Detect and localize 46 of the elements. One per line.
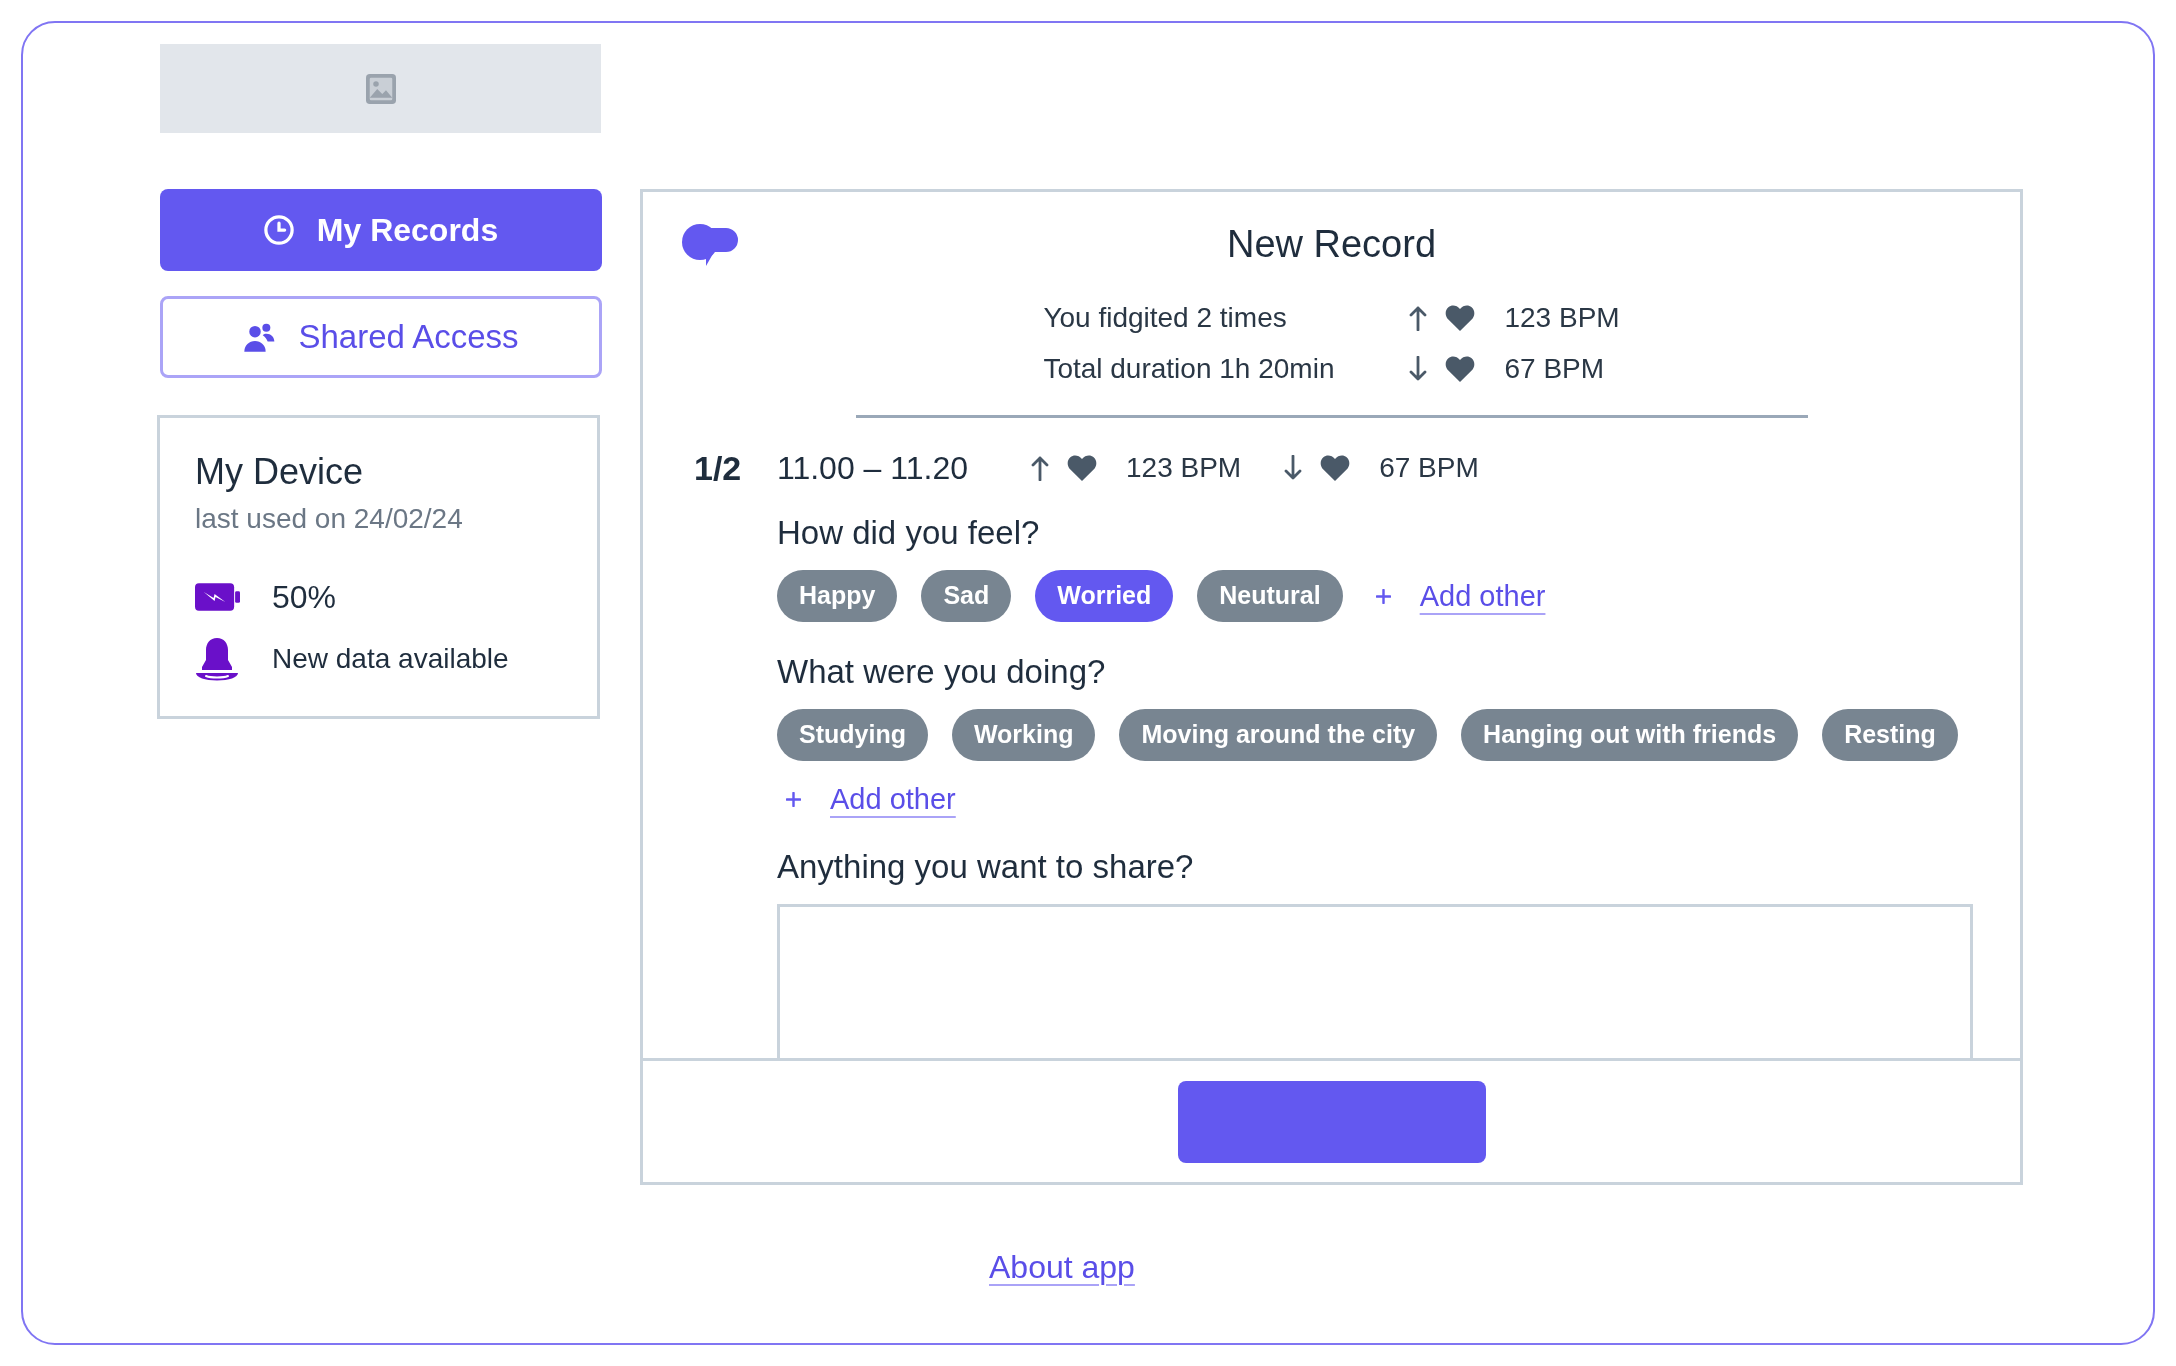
option-chip[interactable]: Happy — [777, 570, 898, 622]
about-app-link[interactable]: About app — [989, 1247, 1135, 1287]
add-other-link[interactable]: Add other — [1366, 578, 1546, 614]
option-chip[interactable]: Working — [951, 709, 1096, 761]
image-icon — [365, 73, 396, 104]
record-title: New Record — [1226, 222, 1437, 267]
users-icon — [243, 322, 276, 352]
option-chip[interactable]: Moving around the city — [1119, 709, 1438, 761]
option-chip[interactable]: Studying — [777, 709, 928, 761]
clock-icon — [263, 215, 294, 245]
plus-icon — [1375, 588, 1391, 604]
summary-text: You fidgited 2 times — [1043, 301, 1288, 335]
heart-rate-reading: 123 BPM — [1504, 301, 1620, 335]
battery-percentage: 50% — [272, 578, 337, 617]
heart-rate-reading: 67 BPM — [1504, 352, 1606, 386]
arrow-up-icon — [1409, 305, 1428, 331]
action-button[interactable] — [1177, 1080, 1486, 1163]
battery-charging-icon — [195, 583, 240, 611]
heart-icon — [1067, 455, 1097, 481]
option-chip[interactable]: Sad — [921, 570, 1012, 622]
heart-rate-reading: 67 BPM — [1379, 451, 1479, 485]
last-used-text: last used on 24/02/24 — [195, 502, 463, 536]
segment-time: 11.00 – 11.20 — [777, 449, 968, 488]
heart-rate-reading: 123 BPM — [1126, 451, 1242, 485]
sidebar-nav-button[interactable]: My Records — [160, 189, 602, 271]
option-chip[interactable]: Neutural — [1197, 570, 1343, 622]
device-title: My Device — [195, 450, 364, 494]
heart-icon — [1445, 305, 1476, 331]
question-label: How did you feel? — [777, 513, 1040, 553]
arrow-down-icon — [1284, 455, 1303, 481]
summary-text: Total duration 1h 20min — [1043, 352, 1335, 386]
heart-icon — [1445, 356, 1476, 382]
bell-icon — [195, 637, 239, 681]
question-label: Anything you want to share? — [777, 847, 1194, 887]
option-chip[interactable]: Resting — [1822, 709, 1958, 761]
notification-text: New data available — [272, 642, 509, 676]
arrow-up-icon — [1031, 455, 1049, 481]
segment-index: 1/2 — [694, 448, 743, 488]
arrow-down-icon — [1409, 356, 1428, 382]
heart-icon — [1320, 455, 1351, 481]
plus-icon — [786, 791, 801, 807]
sidebar-nav-button[interactable]: Shared Access — [160, 296, 602, 378]
option-chip[interactable]: Worried — [1035, 570, 1174, 622]
option-chip[interactable]: Hanging out with friends — [1461, 709, 1799, 761]
add-other-link[interactable]: Add other — [777, 781, 956, 817]
question-label: What were you doing? — [777, 652, 1106, 692]
